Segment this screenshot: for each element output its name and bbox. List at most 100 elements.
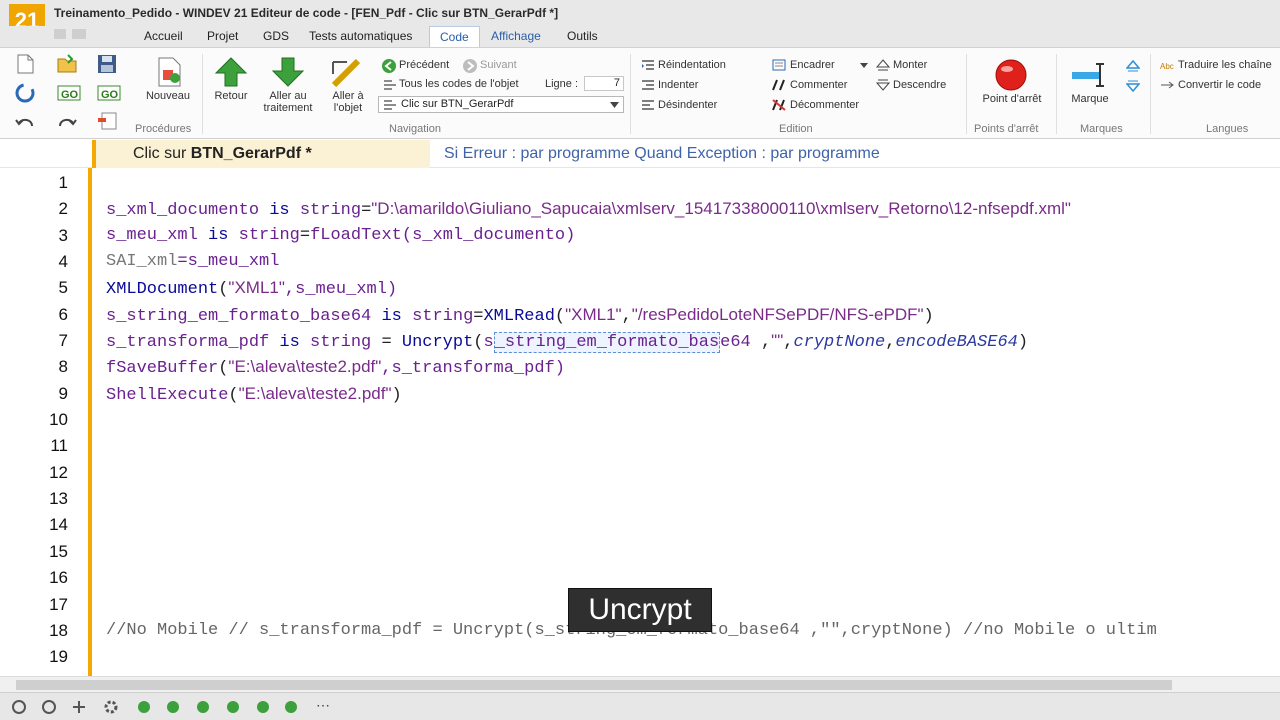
paren: (	[473, 333, 484, 352]
ribbon-separator	[966, 54, 967, 134]
point-arret-button[interactable]: Point d'arrêt	[974, 93, 1050, 105]
go-icon[interactable]: GO	[56, 82, 82, 104]
commenter-button[interactable]: Commenter	[790, 79, 847, 91]
code-line[interactable]: s_xml_documento is string="D:\amarildo\G…	[106, 199, 1071, 220]
marque-icon[interactable]	[1070, 62, 1110, 88]
editor-gutter-bar	[88, 168, 92, 676]
tous-codes-button[interactable]: Tous les codes de l'objet	[399, 78, 519, 90]
paren: (	[218, 359, 229, 378]
identifier: s_transforma_pdf	[106, 333, 270, 352]
aller-objet-icon[interactable]	[331, 56, 365, 88]
encadrer-button[interactable]: Encadrer	[790, 59, 835, 71]
comma: ,	[750, 333, 772, 352]
paren: (	[554, 307, 566, 326]
tab-outils[interactable]: Outils	[567, 29, 598, 43]
document-tab-prefix: Clic sur	[133, 145, 191, 162]
function-name: Uncrypt	[401, 333, 474, 352]
run-icon[interactable]	[135, 698, 153, 716]
paren: )	[391, 386, 402, 405]
string-literal: "/resPedidoLoteNFSePDF/NFS-ePDF"	[631, 305, 924, 324]
layout-icon[interactable]	[96, 110, 122, 132]
stop-icon[interactable]	[282, 698, 300, 716]
wait-icon[interactable]	[70, 698, 88, 716]
marque-up-icon[interactable]	[1126, 60, 1140, 72]
decommenter-button[interactable]: Décommenter	[790, 99, 859, 111]
breakpoint-icon[interactable]	[994, 58, 1028, 92]
aller-objet-button[interactable]: Aller à l'objet	[323, 90, 373, 114]
go-run-icon[interactable]: GO	[96, 82, 122, 104]
line-number: 7	[58, 331, 68, 350]
encadrer-icon	[772, 59, 786, 71]
tab-accueil[interactable]: Accueil	[144, 29, 183, 43]
marque-button[interactable]: Marque	[1064, 93, 1116, 105]
open-folder-icon[interactable]	[56, 53, 78, 75]
descendre-icon	[876, 79, 890, 91]
code-line[interactable]: fSaveBuffer("E:\aleva\teste2.pdf",s_tran…	[106, 357, 565, 378]
error-handling-info[interactable]: Si Erreur : par programme Quand Exceptio…	[444, 145, 880, 163]
code-line[interactable]: SAI_xml=s_meu_xml	[106, 252, 279, 271]
refresh-icon[interactable]	[14, 82, 40, 104]
tab-tests-automatiques[interactable]: Tests automatiques	[309, 29, 412, 43]
identifier: s_meu_xml	[106, 226, 198, 245]
undo-icon[interactable]	[14, 114, 40, 130]
tab-affichage[interactable]: Affichage	[491, 29, 541, 43]
run-step-icon[interactable]	[164, 698, 182, 716]
line-number: 16	[49, 568, 68, 587]
gear-icon[interactable]	[102, 698, 120, 716]
retour-button[interactable]: Retour	[205, 90, 257, 102]
save-icon[interactable]	[96, 53, 118, 75]
paren: )	[923, 307, 934, 326]
ligne-input[interactable]: 7	[584, 76, 624, 91]
reindentation-button[interactable]: Réindentation	[658, 59, 726, 71]
descendre-button[interactable]: Descendre	[893, 79, 946, 91]
horizontal-scrollbar[interactable]	[0, 676, 1280, 692]
scrollbar-thumb[interactable]	[16, 680, 1172, 690]
svg-text:GO: GO	[101, 89, 119, 101]
nouveau-button[interactable]: Nouveau	[140, 90, 196, 102]
tous-codes-icon	[384, 80, 396, 90]
debug-step-icon[interactable]	[40, 698, 58, 716]
marque-down-icon[interactable]	[1126, 80, 1140, 92]
run-out-icon[interactable]	[254, 698, 272, 716]
comma: ,	[621, 307, 632, 326]
code-line[interactable]: s_transforma_pdf is string = Uncrypt(s_s…	[106, 331, 1028, 353]
selected-text[interactable]: _string_em_formato_bas	[493, 332, 721, 353]
monter-button[interactable]: Monter	[893, 59, 927, 71]
debug-icon[interactable]	[10, 698, 28, 716]
code-line[interactable]: ShellExecute("E:\aleva\teste2.pdf")	[106, 384, 402, 405]
run-into-icon[interactable]	[194, 698, 212, 716]
document-tab[interactable]: Clic sur BTN_GerarPdf *	[92, 140, 430, 168]
traduire-button[interactable]: Traduire les chaîne	[1178, 59, 1272, 71]
svg-text:GO: GO	[61, 89, 79, 101]
code-editor[interactable]: 1 2 3 4 5 6 7 8 9 10 11 12 13 14 15 16 1…	[0, 168, 1280, 676]
precedent-icon[interactable]	[381, 58, 397, 74]
function-name: fSaveBuffer	[106, 359, 219, 378]
line-number: 11	[50, 436, 68, 455]
suivant-icon[interactable]	[462, 58, 478, 74]
code-line[interactable]: s_string_em_formato_base64 is string=XML…	[106, 305, 934, 326]
encadrer-dropdown-icon[interactable]	[860, 63, 868, 68]
aller-traitement-button[interactable]: Aller au traitement	[258, 90, 318, 114]
indenter-button[interactable]: Indenter	[658, 79, 698, 91]
code-line[interactable]: s_meu_xml is string=fLoadText(s_xml_docu…	[106, 226, 575, 245]
code-line[interactable]: XMLDocument("XML1",s_meu_xml)	[106, 278, 397, 299]
desindenter-button[interactable]: Désindenter	[658, 99, 717, 111]
suivant-button[interactable]: Suivant	[480, 59, 517, 71]
identifier: s_string_em_formato_base64	[106, 307, 372, 326]
string-literal: "XML1"	[565, 305, 622, 324]
redo-icon[interactable]	[56, 114, 82, 130]
more-icon[interactable]: ⋯	[316, 697, 330, 714]
aller-traitement-icon[interactable]	[271, 56, 305, 88]
run-over-icon[interactable]	[224, 698, 242, 716]
convertir-button[interactable]: Convertir le code	[1178, 79, 1261, 91]
tab-gds[interactable]: GDS	[263, 29, 289, 43]
new-procedure-icon[interactable]	[155, 56, 183, 88]
tab-projet[interactable]: Projet	[207, 29, 238, 43]
precedent-button[interactable]: Précédent	[399, 59, 449, 71]
retour-icon[interactable]	[214, 56, 248, 88]
keyword: is	[371, 307, 413, 326]
process-combo[interactable]: Clic sur BTN_GerarPdf	[378, 96, 624, 113]
tab-code[interactable]: Code	[429, 26, 480, 48]
new-file-icon[interactable]	[14, 53, 36, 75]
constant: encodeBASE64	[895, 333, 1018, 352]
